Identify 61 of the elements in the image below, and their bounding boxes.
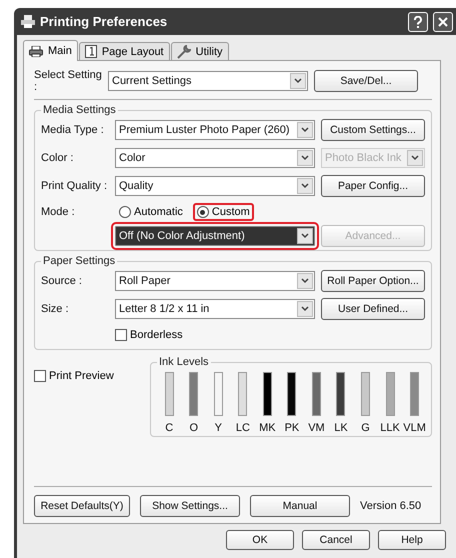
action-button[interactable]: Show Settings... bbox=[140, 495, 240, 517]
printer-icon bbox=[29, 46, 43, 56]
window-title: Printing Preferences bbox=[40, 14, 168, 29]
group-title: Paper Settings bbox=[42, 255, 116, 267]
ink-label: C bbox=[165, 422, 174, 434]
field-label: Color : bbox=[41, 152, 74, 164]
ink-label: LC bbox=[236, 422, 250, 434]
ink-label: MK bbox=[259, 422, 276, 434]
save-button[interactable]: Save/Del... bbox=[314, 70, 418, 92]
setting-dropdown[interactable]: Letter 8 1/2 x 11 in bbox=[115, 299, 315, 319]
setting-dropdown[interactable]: Color bbox=[115, 148, 315, 168]
setting-dropdown[interactable]: Current Settings bbox=[108, 71, 308, 91]
caret-icon bbox=[301, 155, 309, 161]
printer-icon bbox=[21, 15, 35, 28]
dialog-button[interactable]: OK bbox=[226, 530, 294, 550]
ink-label: VM bbox=[308, 422, 325, 434]
field-label: Media Type : bbox=[41, 124, 105, 136]
ink-label: G bbox=[361, 422, 370, 434]
settings-button[interactable]: Roll Paper Option... bbox=[321, 270, 425, 292]
caret-icon bbox=[411, 155, 419, 161]
action-button[interactable]: Manual bbox=[250, 495, 350, 517]
settings-button[interactable]: User Defined... bbox=[321, 298, 425, 320]
ink-label: O bbox=[190, 422, 198, 434]
dialog-button[interactable]: Cancel bbox=[302, 530, 370, 550]
caret-icon bbox=[294, 78, 302, 84]
ink-label: VLM bbox=[403, 422, 426, 434]
radio-option[interactable]: Automatic bbox=[115, 203, 187, 221]
tab[interactable]: Utility bbox=[170, 42, 229, 60]
page-icon bbox=[84, 45, 97, 58]
tab[interactable]: Main bbox=[23, 40, 78, 61]
group-title: Media Settings bbox=[42, 104, 117, 116]
field-label: Source : bbox=[41, 275, 83, 287]
action-button[interactable]: Reset Defaults(Y) bbox=[34, 495, 130, 517]
dialog-button[interactable]: Help bbox=[378, 530, 446, 550]
close-button[interactable] bbox=[433, 12, 453, 32]
caret-icon bbox=[301, 278, 309, 284]
field-label: Size : bbox=[41, 303, 70, 315]
help-button[interactable] bbox=[408, 12, 428, 32]
borderless-checkbox[interactable]: Borderless bbox=[115, 329, 315, 341]
field-label: Mode : bbox=[41, 206, 76, 218]
ink-label: LK bbox=[334, 422, 348, 434]
setting-dropdown[interactable]: Premium Luster Photo Paper (260) bbox=[115, 120, 315, 140]
ink-label: LLK bbox=[380, 422, 400, 434]
settings-button[interactable]: Paper Config... bbox=[321, 175, 425, 197]
preview-checkbox[interactable]: Print Preview bbox=[34, 370, 114, 382]
settings-button[interactable]: Custom Settings... bbox=[321, 119, 425, 141]
group-title: Ink Levels bbox=[158, 356, 210, 368]
close-icon bbox=[438, 16, 448, 26]
help-icon bbox=[413, 16, 423, 28]
ink-label: PK bbox=[284, 422, 300, 434]
caret-icon bbox=[301, 306, 309, 312]
caret-icon bbox=[301, 233, 309, 239]
caret-icon bbox=[301, 183, 309, 189]
tab[interactable]: Page Layout bbox=[78, 42, 170, 60]
setting-dropdown[interactable]: Quality bbox=[115, 176, 315, 196]
caret-icon bbox=[301, 127, 309, 133]
ink-label: Y bbox=[214, 422, 222, 434]
field-label: Select Setting : bbox=[34, 69, 102, 93]
setting-dropdown[interactable]: Roll Paper bbox=[115, 271, 315, 291]
version-text: Version 6.50 bbox=[360, 500, 422, 512]
field-label: Print Quality : bbox=[41, 180, 108, 192]
